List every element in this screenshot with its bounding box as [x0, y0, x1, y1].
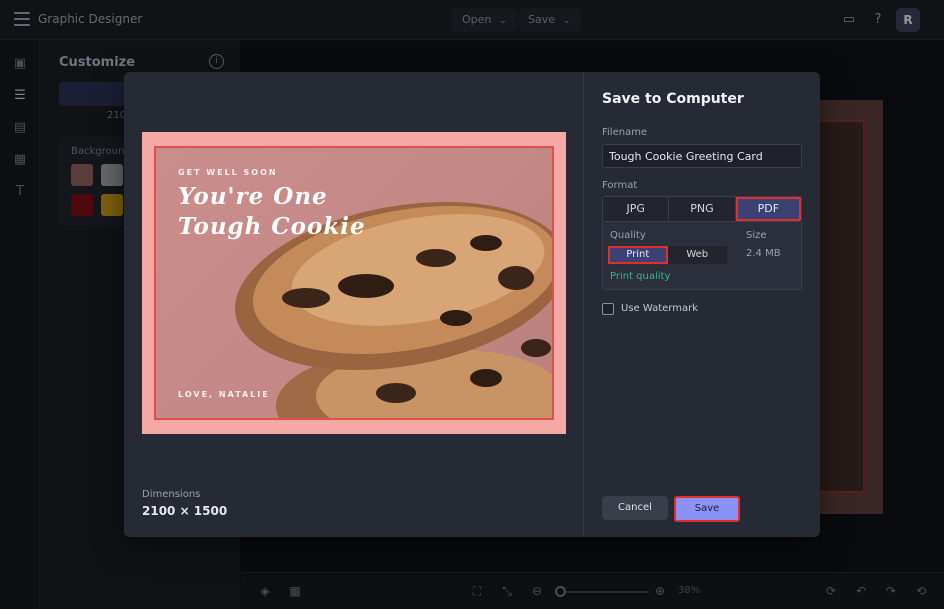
- save-button[interactable]: Save: [674, 496, 740, 522]
- quality-print-button[interactable]: Print: [608, 246, 668, 264]
- card-preview: GET WELL SOON You're One Tough Cookie LO…: [142, 132, 566, 434]
- filename-input[interactable]: [602, 144, 802, 168]
- quality-label: Quality: [610, 230, 646, 241]
- quality-web-button[interactable]: Web: [667, 246, 727, 264]
- filename-label: Filename: [602, 127, 648, 138]
- cancel-button[interactable]: Cancel: [602, 496, 668, 520]
- size-label: Size: [746, 230, 767, 241]
- quality-selector: Print Web: [608, 246, 727, 264]
- format-selector: JPG PNG PDF: [602, 196, 802, 222]
- card-inner: GET WELL SOON You're One Tough Cookie LO…: [154, 146, 554, 420]
- settings-pane: Save to Computer Filename Format JPG PNG…: [585, 72, 820, 537]
- dialog-title: Save to Computer: [602, 91, 744, 107]
- dimensions-value: 2100 × 1500: [142, 504, 228, 518]
- card-eyebrow: GET WELL SOON: [178, 168, 278, 177]
- watermark-checkbox[interactable]: [602, 303, 614, 315]
- format-png-button[interactable]: PNG: [669, 197, 736, 221]
- format-pdf-button[interactable]: PDF: [735, 197, 801, 221]
- size-value: 2.4 MB: [746, 248, 781, 259]
- card-signature: LOVE, NATALIE: [178, 390, 270, 399]
- format-label: Format: [602, 180, 638, 191]
- card-title: You're One Tough Cookie: [178, 182, 366, 242]
- card-title-line1: You're One: [178, 183, 328, 210]
- save-dialog: GET WELL SOON You're One Tough Cookie LO…: [124, 72, 820, 537]
- card-title-line2: Tough Cookie: [178, 213, 366, 240]
- preview-pane: GET WELL SOON You're One Tough Cookie LO…: [124, 72, 584, 537]
- format-jpg-button[interactable]: JPG: [603, 197, 670, 221]
- print-quality-link[interactable]: Print quality: [610, 271, 670, 282]
- watermark-label[interactable]: Use Watermark: [621, 303, 698, 314]
- quality-section: Quality Print Web Size 2.4 MB Print qual…: [602, 222, 802, 290]
- dimensions-label: Dimensions: [142, 489, 201, 500]
